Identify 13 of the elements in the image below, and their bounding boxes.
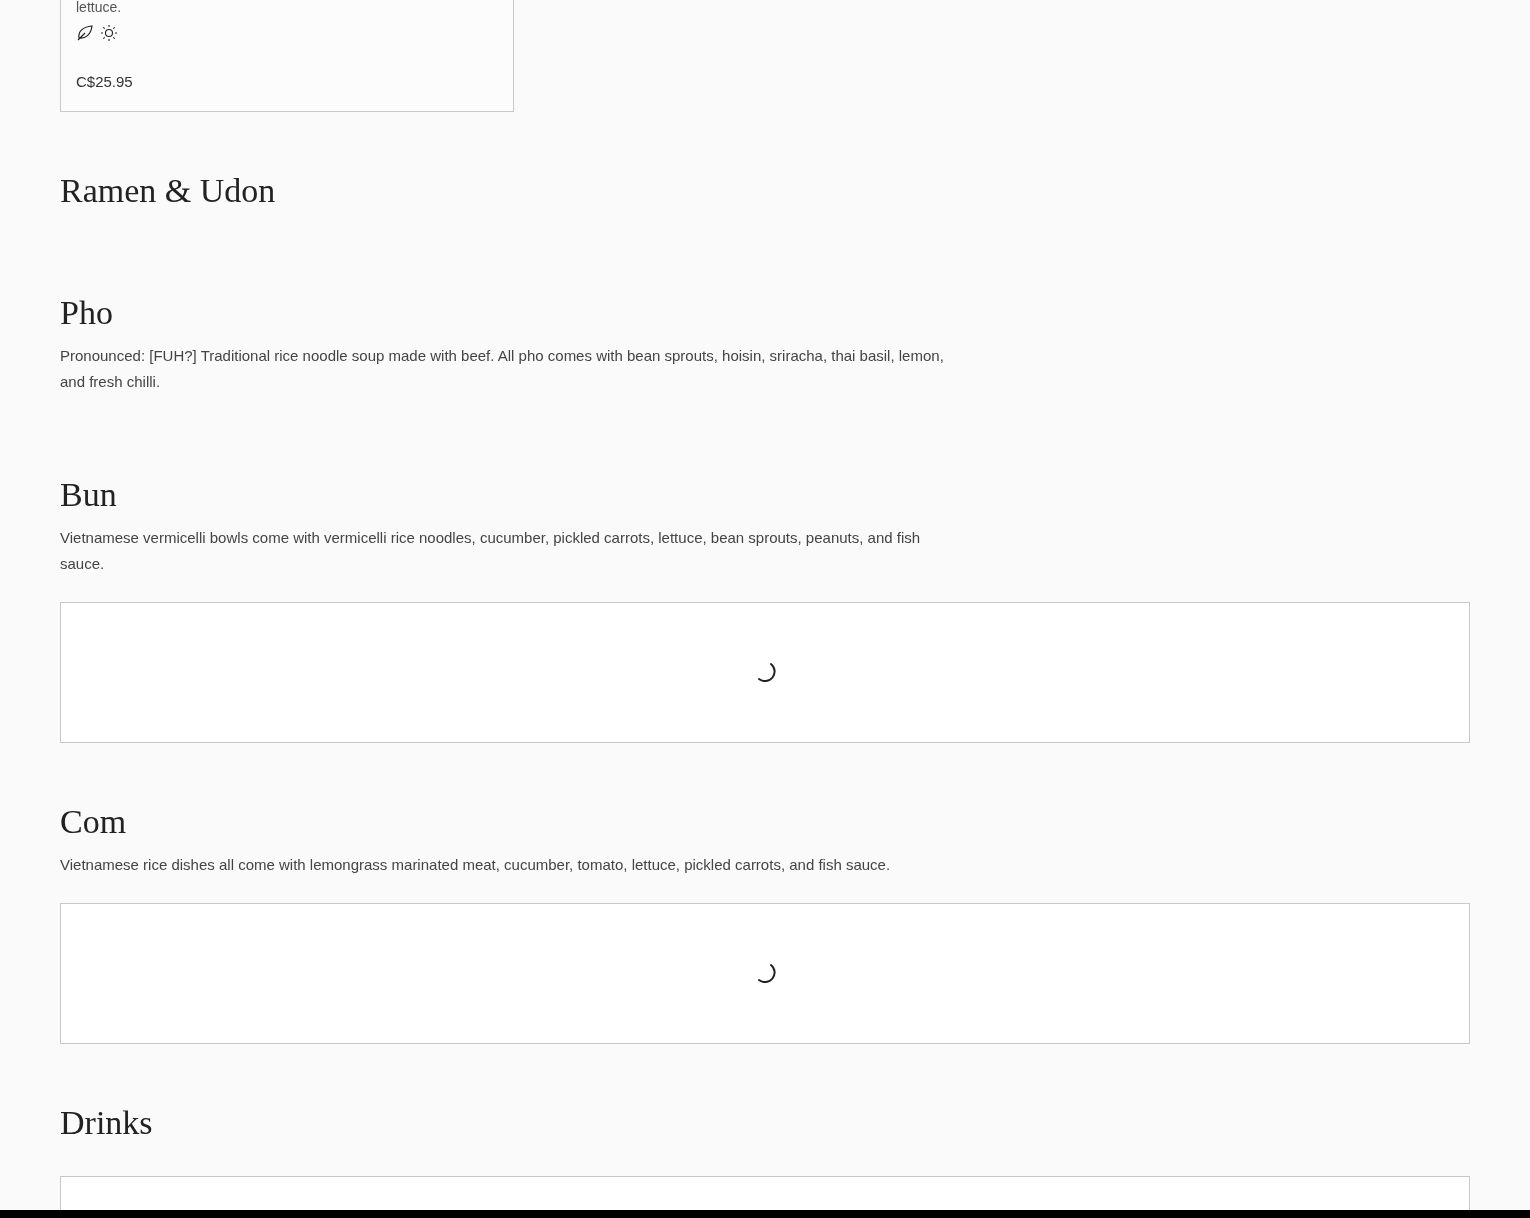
- section-heading: Drinks: [60, 1103, 153, 1143]
- section-description: Vietnamese vermicelli bowls come with vermicelli rice noodles, cucumber, pickled carrots, lettuce, bean sprouts, peanuts, and fish sauce.: [60, 528, 922, 574]
- section-heading: Bun: [60, 475, 117, 515]
- leaf-icon: [76, 24, 94, 42]
- section-description: Vietnamese rice dishes all come with lemongrass marinated meat, cucumber, tomato, lettuce, pickled carrots, and fish sauce.: [60, 855, 892, 875]
- item-price: C$25.95: [76, 72, 133, 92]
- menu-item-card[interactable]: lettuce. C$25.95: [60, 0, 514, 112]
- section-heading: Ramen & Udon: [60, 171, 276, 211]
- sun-icon: [100, 24, 118, 42]
- section-heading: Com: [60, 802, 127, 842]
- section-heading: Pho: [60, 293, 113, 333]
- item-description: lettuce.: [76, 0, 122, 17]
- section-description: Pronounced: [FUH?] Traditional rice noodle soup made with beef. All pho comes with bean sprouts, hoisin, sriracha, thai basil, lemon, and fresh chilli.: [60, 346, 945, 392]
